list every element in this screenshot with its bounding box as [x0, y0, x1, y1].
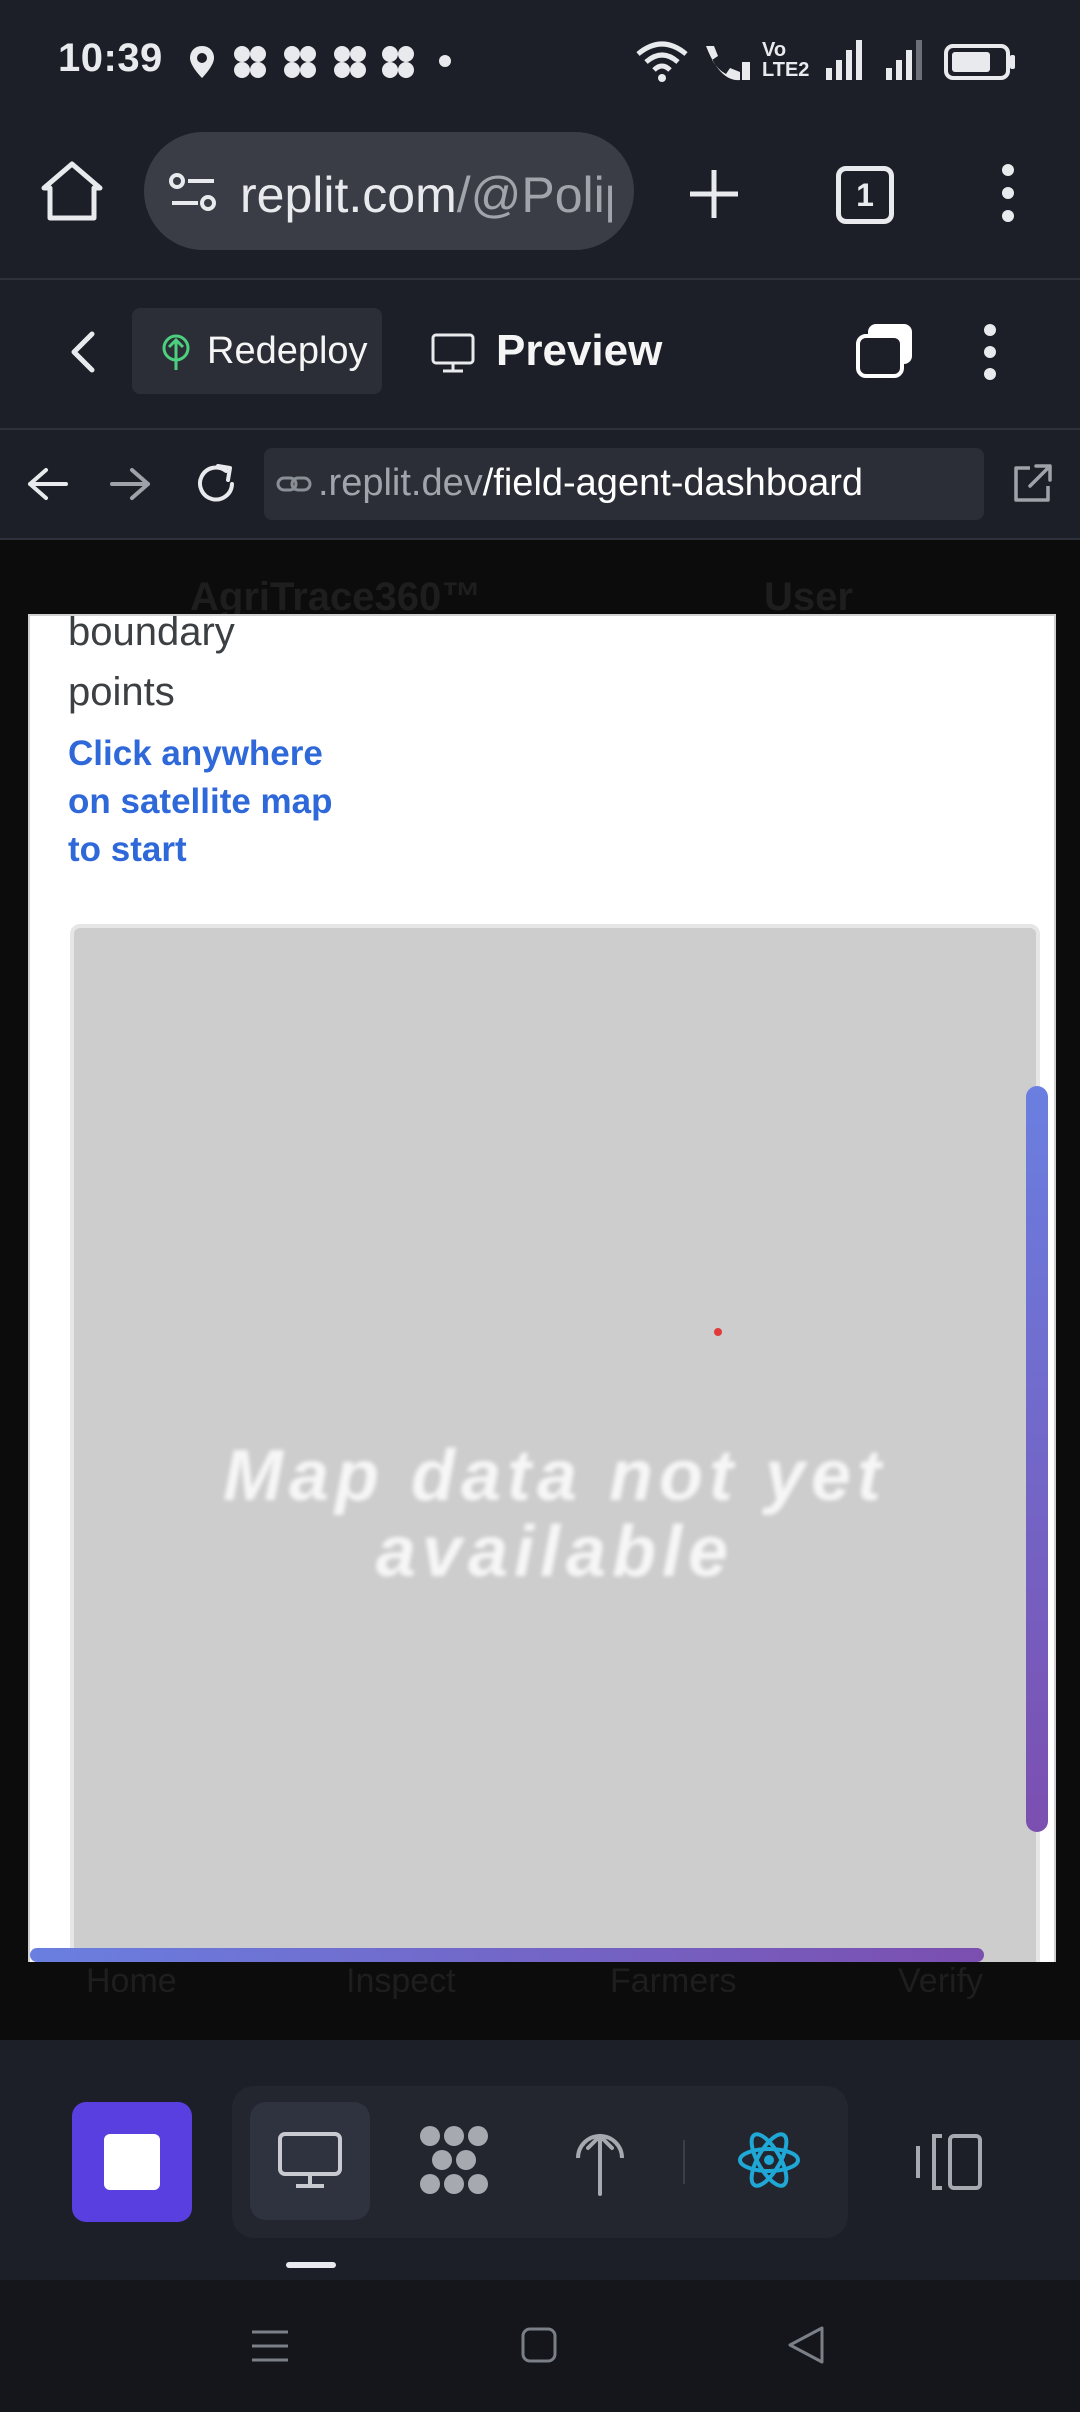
- location-icon: [190, 46, 214, 78]
- react-icon[interactable]: [736, 2130, 802, 2190]
- workflow-icon[interactable]: [416, 2124, 492, 2196]
- nav-back-icon[interactable]: [26, 466, 68, 502]
- stop-icon: [104, 2134, 160, 2190]
- stop-button[interactable]: [72, 2102, 192, 2222]
- preview-tab-label[interactable]: Preview: [496, 326, 662, 376]
- map-placeholder-text: Map data not yet available: [222, 1436, 888, 1592]
- boundary-mapping-modal: boundary points Click anywhere on satell…: [28, 614, 1056, 1966]
- deploy-icon[interactable]: [570, 2124, 630, 2196]
- signal-icon: [826, 40, 862, 80]
- url-text[interactable]: replit.com/@Polip: [240, 166, 612, 224]
- vertical-scrollbar-track: [1054, 616, 1056, 1964]
- layout-toggle-icon[interactable]: [854, 320, 916, 382]
- home-icon[interactable]: [40, 160, 104, 222]
- monitor-icon: [278, 2132, 342, 2188]
- back-triangle-icon[interactable]: [786, 2324, 826, 2366]
- status-time: 10:39: [58, 36, 163, 80]
- wifi-icon: [636, 41, 688, 82]
- pinwheel-icon: [284, 46, 316, 78]
- back-chevron-icon[interactable]: [66, 330, 100, 374]
- monitor-icon: [431, 333, 475, 373]
- volte-badge: Vo LTE2: [762, 39, 810, 81]
- deploy-icon: [162, 334, 190, 370]
- nav-forward-icon[interactable]: [110, 466, 152, 502]
- nav-item-farmers: Farmers: [610, 1962, 737, 2000]
- nav-item-home: Home: [86, 1962, 177, 2000]
- boundary-points-text: boundary points: [68, 614, 235, 714]
- pinwheel-icon: [234, 46, 266, 78]
- map-marker: [714, 1328, 722, 1336]
- redeploy-label: Redeploy: [207, 330, 368, 372]
- panels-icon[interactable]: [912, 2132, 984, 2192]
- site-settings-icon[interactable]: [168, 172, 218, 212]
- signal-icon: [886, 40, 922, 80]
- pinwheel-icon: [334, 46, 366, 78]
- vertical-scrollbar[interactable]: [1026, 1086, 1048, 1832]
- active-tab-indicator: [286, 2262, 336, 2268]
- nav-item-verify: Verify: [898, 1962, 984, 2000]
- kebab-menu-icon[interactable]: [978, 322, 1002, 382]
- webview-address-text[interactable]: .replit.dev/field-agent-dashboard: [318, 462, 863, 505]
- toolbar-divider: [683, 2140, 685, 2184]
- nav-item-inspect: Inspect: [346, 1962, 456, 2000]
- new-tab-icon[interactable]: [688, 168, 740, 220]
- click-instruction: Click anywhere on satellite map to start: [68, 734, 333, 869]
- overflow-menu-icon[interactable]: [996, 162, 1020, 224]
- pinwheel-icon: [382, 46, 414, 78]
- recents-icon[interactable]: [250, 2326, 290, 2366]
- wifi-call-icon: [706, 46, 750, 81]
- reload-icon[interactable]: [192, 460, 240, 508]
- open-external-icon[interactable]: [1010, 462, 1054, 506]
- satellite-map[interactable]: Map data not yet available: [70, 924, 1040, 1964]
- tab-switcher-button[interactable]: 1: [836, 166, 894, 224]
- dot-icon: [439, 55, 451, 67]
- link-icon: [276, 476, 312, 492]
- home-button-icon[interactable]: [520, 2326, 558, 2364]
- horizontal-scrollbar[interactable]: [30, 1948, 984, 1962]
- battery-icon: [944, 44, 1015, 80]
